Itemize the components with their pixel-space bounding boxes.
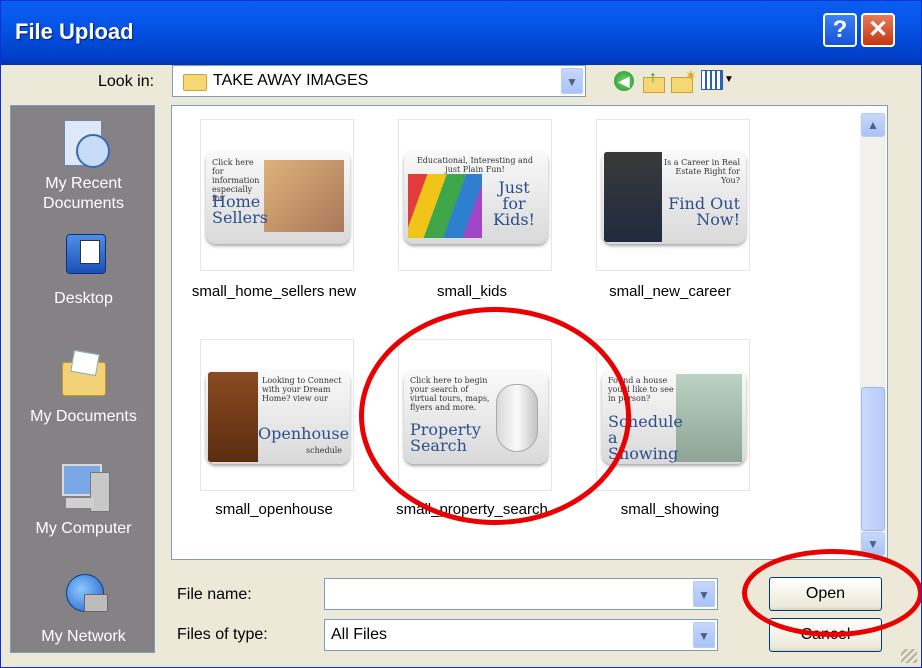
file-thumbnail[interactable]: Click here for information especially fo… bbox=[200, 119, 354, 271]
resize-grip-icon[interactable] bbox=[901, 649, 917, 663]
place-label: My Recent Documents bbox=[43, 175, 124, 212]
my-network-icon bbox=[54, 572, 114, 624]
place-desktop[interactable]: Desktop bbox=[11, 234, 156, 308]
desktop-icon bbox=[54, 234, 114, 286]
thumbnail-image: Looking to Connect with your Dream Home?… bbox=[206, 370, 350, 464]
vertical-scrollbar[interactable]: ▲ ▼ bbox=[860, 113, 886, 556]
scroll-up-icon[interactable]: ▲ bbox=[861, 113, 885, 137]
file-name-label[interactable]: small_home_sellers new bbox=[174, 283, 374, 300]
place-my-recent-documents[interactable]: My Recent Documents bbox=[11, 118, 156, 214]
file-thumbnail[interactable]: Looking to Connect with your Dream Home?… bbox=[200, 339, 354, 491]
highlight-circle bbox=[359, 307, 631, 525]
place-label: My Documents bbox=[30, 408, 137, 425]
place-my-documents[interactable]: My Documents bbox=[11, 349, 156, 426]
thumbnail-image: Click here for information especially fo… bbox=[206, 150, 350, 244]
help-button[interactable]: ? bbox=[823, 13, 857, 47]
place-label: My Network bbox=[41, 628, 126, 645]
close-button[interactable]: ✕ bbox=[861, 13, 895, 47]
place-label: My Computer bbox=[35, 520, 132, 537]
my-documents-icon bbox=[54, 349, 114, 404]
file-upload-dialog: File Upload ? ✕ Look in: TAKE AWAY IMAGE… bbox=[0, 0, 922, 668]
up-folder-icon[interactable]: ↑ bbox=[643, 69, 665, 93]
chevron-down-icon[interactable]: ▼ bbox=[693, 622, 715, 648]
places-bar: My Recent Documents Desktop My Documents… bbox=[10, 105, 155, 653]
filetype-label: Files of type: bbox=[177, 626, 268, 643]
thumbnail-image: Educational, Interesting and just Plain … bbox=[404, 150, 548, 244]
dialog-title: File Upload bbox=[15, 19, 134, 44]
my-computer-icon bbox=[54, 464, 114, 516]
back-icon[interactable]: ◀ bbox=[614, 71, 634, 91]
file-name-label[interactable]: small_showing bbox=[570, 501, 770, 518]
place-label: Desktop bbox=[54, 290, 113, 307]
place-my-network[interactable]: My Network bbox=[11, 572, 156, 646]
file-name-label[interactable]: small_openhouse bbox=[174, 501, 374, 518]
scrollbar-thumb[interactable] bbox=[861, 387, 885, 531]
chevron-down-icon[interactable]: ▼ bbox=[561, 68, 583, 94]
filetype-select[interactable]: All Files ▼ bbox=[324, 619, 718, 651]
place-my-computer[interactable]: My Computer bbox=[11, 464, 156, 538]
file-name-label[interactable]: small_new_career bbox=[570, 283, 770, 300]
view-menu-icon[interactable]: ▼ bbox=[701, 70, 735, 92]
lookin-label: Look in: bbox=[98, 73, 155, 90]
folder-icon bbox=[183, 74, 207, 91]
file-thumbnail[interactable]: Is a Career in Real Estate Right for You… bbox=[596, 119, 750, 271]
chevron-down-icon[interactable]: ▼ bbox=[693, 581, 715, 607]
file-thumbnail[interactable]: Educational, Interesting and just Plain … bbox=[398, 119, 552, 271]
filename-input[interactable]: ▼ bbox=[324, 578, 718, 610]
thumbnail-image: Is a Career in Real Estate Right for You… bbox=[602, 150, 746, 244]
new-folder-icon[interactable]: ✶ bbox=[671, 67, 697, 93]
filetype-value: All Files bbox=[331, 626, 388, 643]
lookin-combo[interactable]: TAKE AWAY IMAGES ▼ bbox=[172, 65, 586, 97]
lookin-value: TAKE AWAY IMAGES bbox=[213, 72, 369, 89]
filename-label: File name: bbox=[177, 586, 252, 603]
highlight-circle bbox=[742, 549, 921, 637]
title-bar[interactable]: File Upload ? ✕ bbox=[1, 1, 921, 65]
file-name-label[interactable]: small_kids bbox=[372, 283, 572, 300]
recent-documents-icon bbox=[54, 118, 114, 170]
